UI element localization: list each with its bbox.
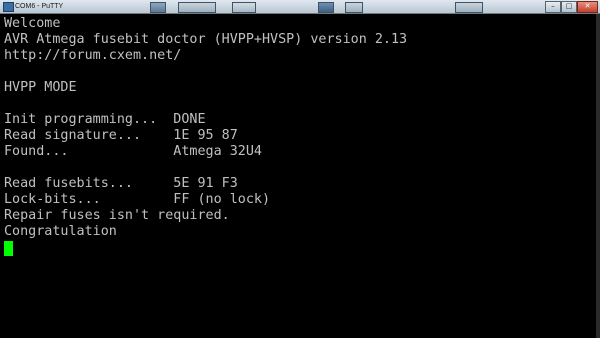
terminal-output[interactable]: Welcome AVR Atmega fusebit doctor (HVPP+… — [0, 14, 596, 338]
terminal-line: Read fusebits... 5E 91 F3 — [4, 176, 238, 191]
taskbar-thumbnail[interactable] — [150, 2, 166, 13]
taskbar-thumbnail[interactable] — [345, 2, 363, 13]
window-title: COM6 - PuTTY — [15, 3, 64, 10]
close-icon: ✕ — [584, 2, 591, 10]
maximize-icon: □ — [565, 2, 573, 10]
taskbar-thumbnail[interactable] — [455, 2, 483, 13]
minimize-button[interactable]: – — [545, 1, 561, 13]
close-button[interactable]: ✕ — [577, 1, 598, 13]
minimize-icon: – — [551, 2, 555, 10]
terminal-line: Welcome — [4, 16, 61, 31]
terminal-line: Read signature... 1E 95 87 — [4, 128, 238, 143]
terminal-line: Repair fuses isn't required. — [4, 208, 230, 223]
terminal-line: http://forum.cxem.net/ — [4, 48, 182, 63]
terminal-line: Init programming... DONE — [4, 112, 206, 127]
taskbar-thumbnail[interactable] — [178, 2, 216, 13]
putty-icon[interactable] — [3, 2, 14, 12]
terminal-line: HVPP MODE — [4, 80, 77, 95]
taskbar-thumbnail[interactable] — [232, 2, 256, 13]
terminal-line: Lock-bits... FF (no lock) — [4, 192, 271, 207]
title-bar[interactable]: COM6 - PuTTY – □ ✕ — [0, 0, 600, 14]
terminal-line: Found... Atmega 32U4 — [4, 144, 262, 159]
scrollbar[interactable] — [596, 14, 600, 338]
putty-window: COM6 - PuTTY – □ ✕ Welcome AVR Atmega fu… — [0, 0, 600, 338]
maximize-button[interactable]: □ — [561, 1, 577, 13]
taskbar-thumbnail[interactable] — [318, 2, 334, 13]
terminal-line: AVR Atmega fusebit doctor (HVPP+HVSP) ve… — [4, 32, 408, 47]
terminal-line: Congratulation — [4, 224, 117, 239]
text-cursor — [4, 241, 13, 256]
